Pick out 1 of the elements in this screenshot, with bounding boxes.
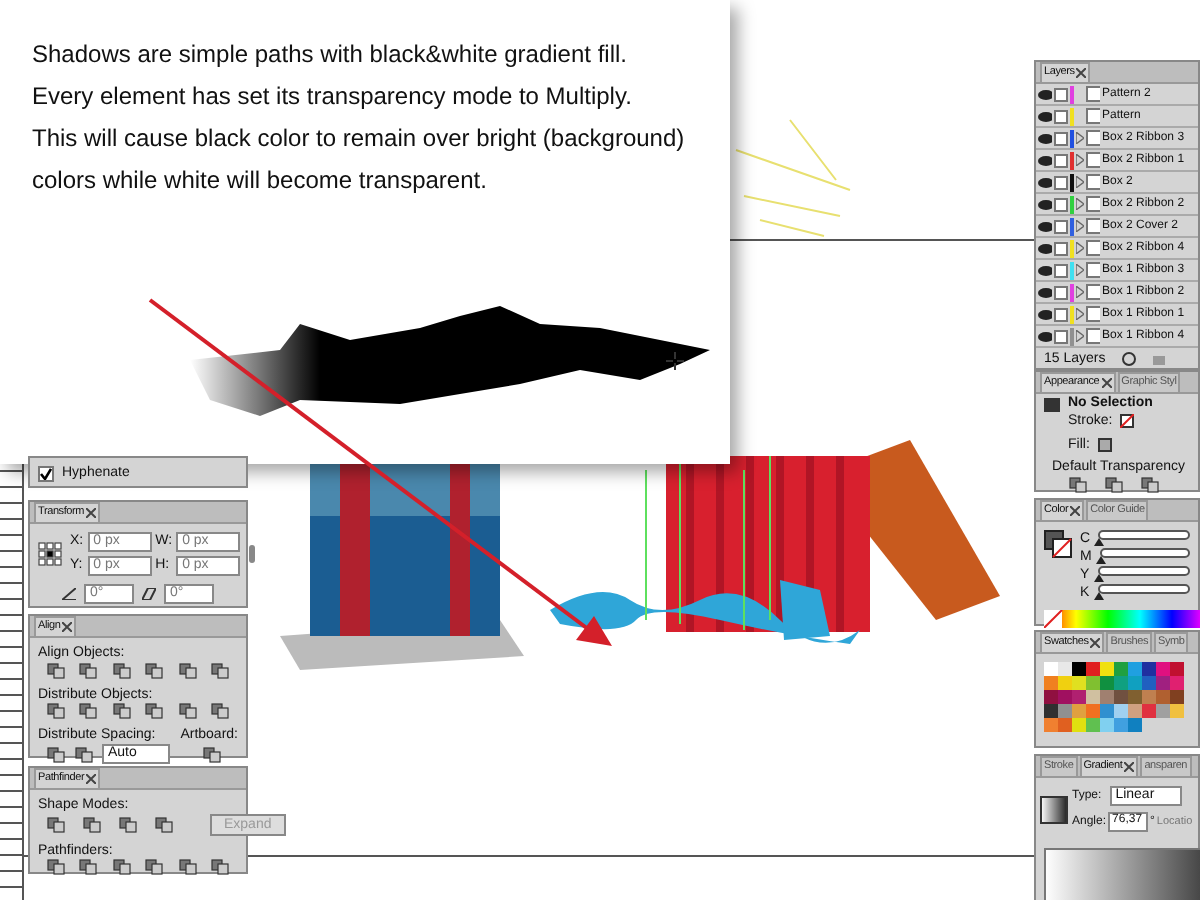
callout-text: Shadows are simple paths with black&white gradient fill. Every element has set its transparency mode to Multiply. This will cause black color to remain over bright (background) colors while white will become transparent. <box>32 38 685 198</box>
